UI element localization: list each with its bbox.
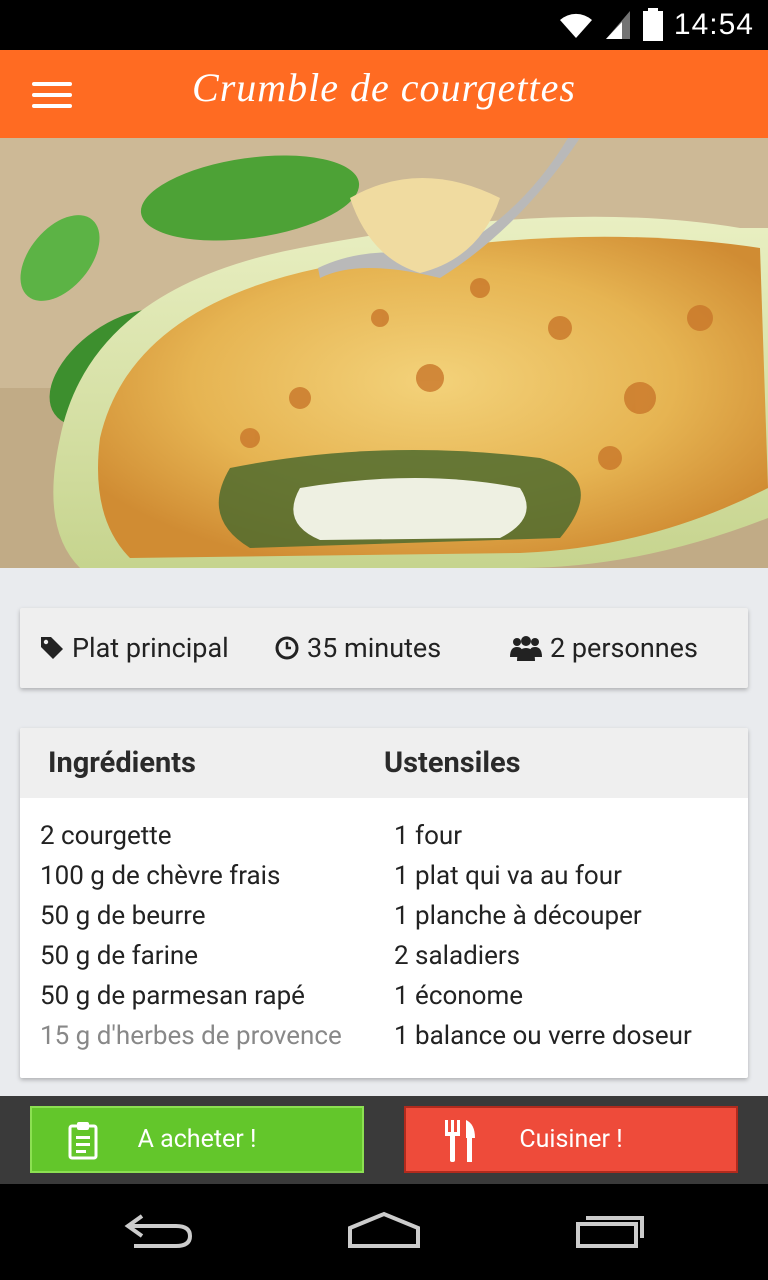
- ingredient-item: 100 g de chèvre frais: [40, 861, 281, 891]
- app-toolbar: Crumble de courgettes: [0, 50, 768, 138]
- cook-button[interactable]: Cuisiner !: [404, 1106, 738, 1173]
- ingredient-item: 50 g de beurre: [40, 901, 206, 931]
- shopping-list-label: A acheter !: [137, 1125, 257, 1154]
- servings-info: 2 personnes: [510, 632, 698, 664]
- ingredients-title: Ingrédients: [48, 746, 196, 780]
- duration-info: 35 minutes: [275, 632, 441, 664]
- battery-icon: [642, 8, 663, 41]
- ingredient-item: 50 g de farine: [40, 941, 199, 971]
- shopping-list-button[interactable]: A acheter !: [30, 1106, 364, 1173]
- ingredient-item: 15 g d'herbes de provence: [40, 1021, 342, 1051]
- ingredient-item: 2 courgette: [40, 821, 172, 851]
- wifi-icon: [559, 13, 592, 38]
- recents-icon[interactable]: [574, 1210, 646, 1250]
- servings-label: 2 personnes: [550, 632, 698, 664]
- page-title: Crumble de courgettes: [192, 65, 576, 110]
- clock-icon: [275, 636, 299, 660]
- home-icon[interactable]: [346, 1210, 422, 1250]
- clock-time: 14:54: [673, 8, 754, 41]
- recipe-info-card: Plat principal 35 minutes 2 personnes: [20, 608, 748, 688]
- tag-icon: [41, 637, 63, 659]
- status-icons: 14:54: [558, 8, 754, 42]
- ingredients-utensils-card: Ingrédients Ustensiles 2 courgette 100 g…: [20, 728, 748, 1078]
- utensil-item: 1 four: [394, 821, 463, 851]
- duration-label: 35 minutes: [307, 632, 442, 664]
- category-info: Plat principal: [40, 632, 229, 664]
- utensil-item: 1 balance ou verre doseur: [394, 1021, 692, 1051]
- utensil-item: 1 plat qui va au four: [394, 861, 622, 891]
- back-icon[interactable]: [124, 1210, 194, 1250]
- recipe-photo: [0, 138, 768, 568]
- category-label: Plat principal: [72, 632, 229, 664]
- utensil-item: 2 saladiers: [394, 941, 521, 971]
- utensils-title: Ustensiles: [384, 746, 521, 780]
- lists-header: Ingrédients Ustensiles: [20, 728, 748, 798]
- action-bar: A acheter ! Cuisiner !: [0, 1096, 768, 1184]
- cook-label: Cuisiner !: [519, 1125, 623, 1154]
- system-nav-bar: [0, 1184, 768, 1280]
- people-icon: [510, 636, 542, 661]
- signal-icon: [605, 11, 630, 39]
- ingredients-list: 2 courgette 100 g de chèvre frais 50 g d…: [40, 820, 342, 1060]
- status-bar: 14:54: [0, 0, 768, 50]
- ingredient-item: 50 g de parmesan rapé: [40, 981, 305, 1011]
- utensils-list: 1 four 1 plat qui va au four 1 planche à…: [394, 820, 692, 1060]
- utensil-item: 1 planche à découper: [394, 901, 642, 931]
- utensil-item: 1 économe: [394, 981, 524, 1011]
